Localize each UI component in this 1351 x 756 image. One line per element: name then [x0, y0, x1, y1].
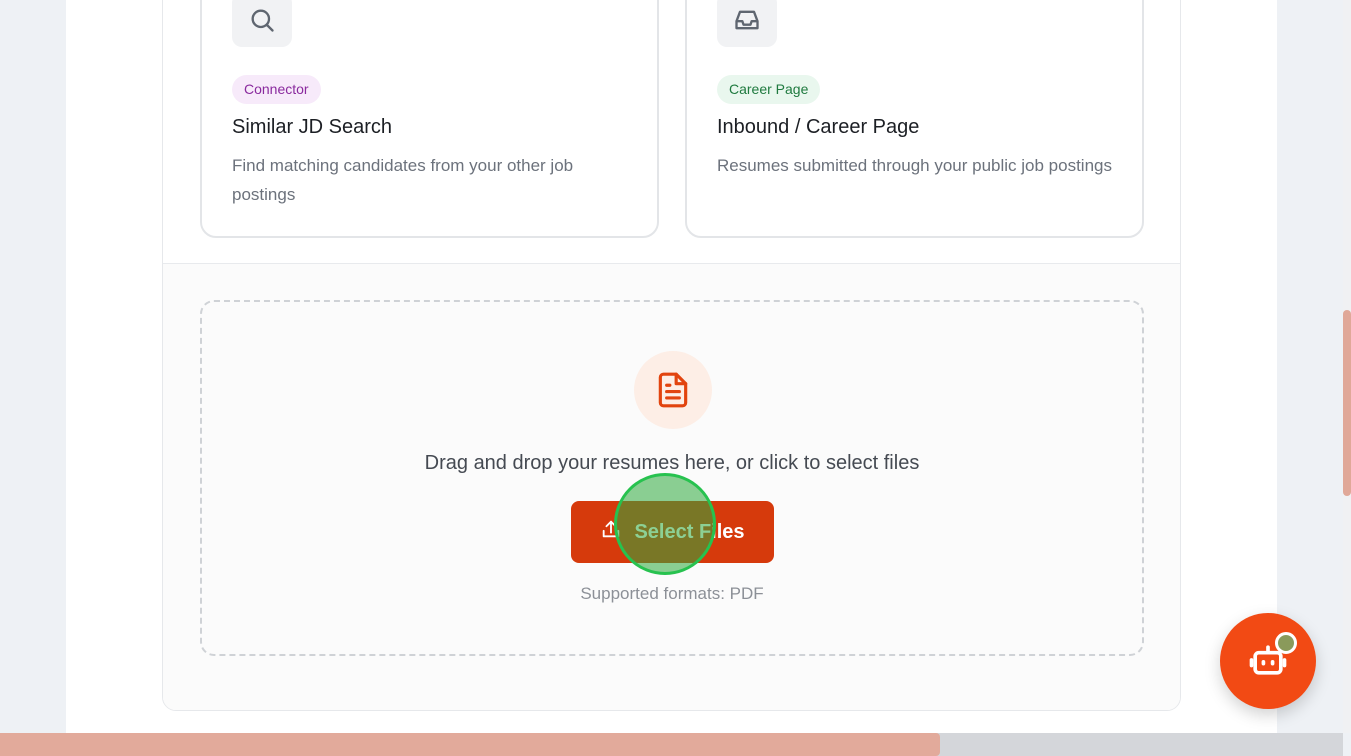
connector-badge: Connector — [232, 75, 321, 104]
search-icon — [232, 0, 292, 47]
horizontal-scrollbar-thumb[interactable] — [0, 733, 940, 756]
card-description: Find matching candidates from your other… — [232, 156, 574, 204]
resume-dropzone[interactable]: Drag and drop your resumes here, or clic… — [200, 300, 1144, 656]
card-title: Inbound / Career Page — [717, 116, 920, 138]
card-title: Similar JD Search — [232, 116, 393, 138]
select-files-label: Select Files — [634, 520, 745, 543]
dropzone-instruction: Drag and drop your resumes here, or clic… — [424, 452, 920, 474]
inbox-icon — [717, 0, 777, 47]
source-card-similar-jd-search[interactable]: Connector Similar JD Search Find matchin… — [200, 0, 659, 238]
resume-sources-panel: Connector Similar JD Search Find matchin… — [162, 0, 1181, 711]
upload-icon — [600, 518, 622, 546]
vertical-scrollbar-thumb[interactable] — [1343, 310, 1351, 496]
horizontal-scrollbar[interactable] — [0, 733, 1343, 756]
card-description: Resumes submitted through your public jo… — [717, 156, 1112, 175]
career-page-badge: Career Page — [717, 75, 821, 104]
upload-section: Drag and drop your resumes here, or clic… — [163, 263, 1180, 710]
select-files-button[interactable]: Select Files — [571, 501, 774, 563]
status-indicator — [1275, 632, 1297, 654]
source-card-inbound-career-page[interactable]: Career Page Inbound / Career Page Resume… — [685, 0, 1144, 238]
assistant-bot-button[interactable] — [1220, 613, 1316, 709]
vertical-scrollbar[interactable] — [1343, 0, 1351, 733]
page-content: Connector Similar JD Search Find matchin… — [66, 0, 1277, 756]
source-cards: Connector Similar JD Search Find matchin… — [163, 0, 1180, 263]
supported-formats: Supported formats: PDF — [580, 584, 764, 603]
file-text-icon — [634, 351, 712, 429]
